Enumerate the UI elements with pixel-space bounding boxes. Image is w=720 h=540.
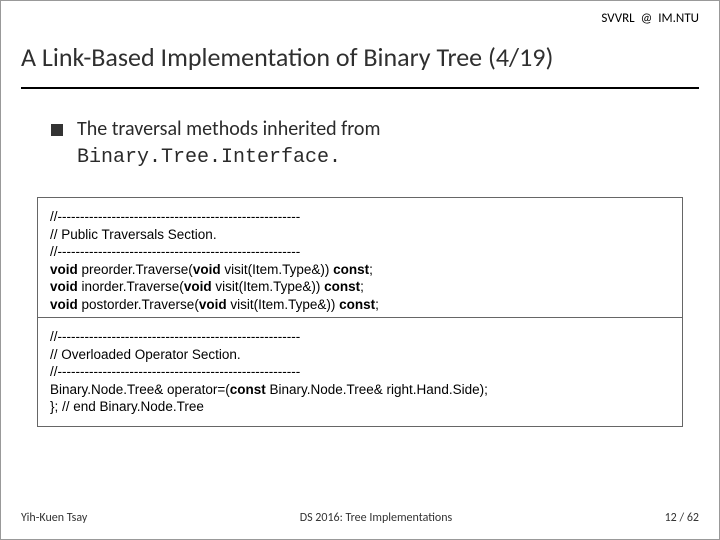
header-left: SVVRL <box>601 11 634 26</box>
kw: const <box>230 382 266 397</box>
kw: const <box>324 279 360 294</box>
header-right: IM.NTU <box>658 11 699 26</box>
code-line: }; // end Binary.Node.Tree <box>50 398 670 416</box>
txt: ; <box>360 279 364 294</box>
code-panel-traversals: //--------------------------------------… <box>37 197 683 324</box>
bullet-mono: Binary.Tree.Interface. <box>77 146 341 169</box>
bullet-lead: The traversal methods inherited from <box>77 117 380 141</box>
code-line: //--------------------------------------… <box>50 243 670 261</box>
kw: void <box>50 279 78 294</box>
kw: const <box>339 297 375 312</box>
txt: ; <box>369 262 373 277</box>
kw: void <box>184 279 212 294</box>
bullet-row: The traversal methods inherited from Bin… <box>51 116 679 171</box>
txt: postorder.Traverse( <box>78 297 199 312</box>
bullet-text: The traversal methods inherited from Bin… <box>77 116 380 171</box>
code-line: //--------------------------------------… <box>50 328 670 346</box>
code-panel-operator: //--------------------------------------… <box>37 317 683 427</box>
txt: visit(Item.Type&)) <box>212 279 325 294</box>
code-line: //--------------------------------------… <box>50 208 670 226</box>
kw: const <box>333 262 369 277</box>
txt: visit(Item.Type&)) <box>227 297 340 312</box>
code-line: Binary.Node.Tree& operator=(const Binary… <box>50 381 670 399</box>
code-line: //--------------------------------------… <box>50 363 670 381</box>
footer-course: DS 2016: Tree Implementations <box>300 511 453 525</box>
slide-title: A Link-Based Implementation of Binary Tr… <box>21 41 699 73</box>
kw: void <box>50 262 78 277</box>
code-line: // Overloaded Operator Section. <box>50 346 670 364</box>
title-rule <box>21 87 699 89</box>
kw: void <box>199 297 227 312</box>
txt: preorder.Traverse( <box>78 262 193 277</box>
code-line: void preorder.Traverse(void visit(Item.T… <box>50 261 670 279</box>
txt: Binary.Node.Tree& operator=( <box>50 382 230 397</box>
at-symbol: @ <box>641 11 653 26</box>
footer-author: Yih-Kuen Tsay <box>21 511 87 525</box>
kw: void <box>193 262 221 277</box>
txt: ; <box>375 297 379 312</box>
kw: void <box>50 297 78 312</box>
footer-page: 12 / 62 <box>665 511 699 525</box>
txt: inorder.Traverse( <box>78 279 184 294</box>
footer: Yih-Kuen Tsay DS 2016: Tree Implementati… <box>21 511 699 525</box>
code-line: void inorder.Traverse(void visit(Item.Ty… <box>50 278 670 296</box>
bullet-square-icon <box>51 124 63 136</box>
code-line: // Public Traversals Section. <box>50 226 670 244</box>
code-line: void postorder.Traverse(void visit(Item.… <box>50 296 670 314</box>
txt: visit(Item.Type&)) <box>221 262 334 277</box>
slide: SVVRL @ IM.NTU A Link-Based Implementati… <box>0 0 720 540</box>
txt: Binary.Node.Tree& right.Hand.Side); <box>266 382 488 397</box>
header-bar: SVVRL @ IM.NTU <box>601 11 699 26</box>
